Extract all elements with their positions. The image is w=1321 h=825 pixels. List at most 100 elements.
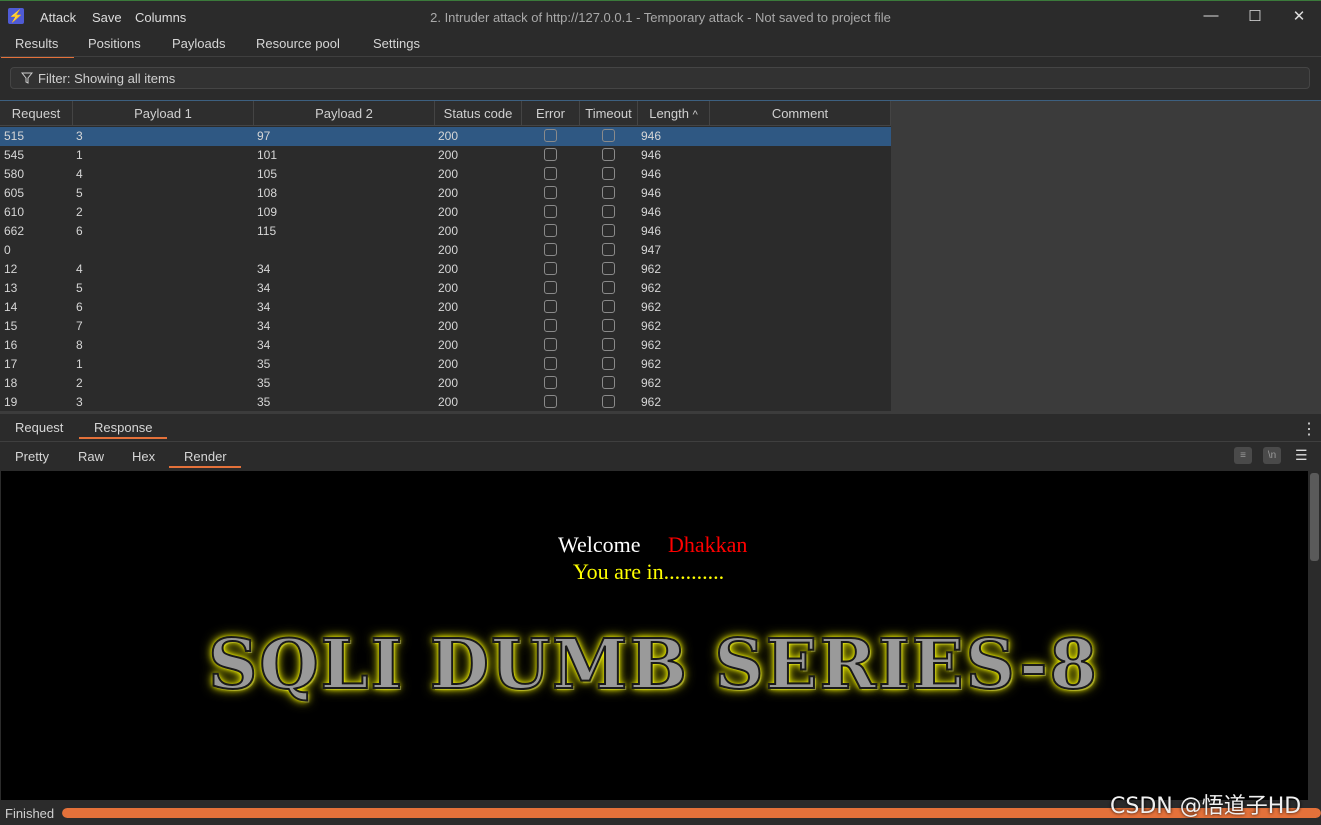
table-row[interactable]: 580 4 105 200 946 <box>0 165 891 184</box>
timeout-checkbox <box>602 395 615 408</box>
table-cell: 946 <box>641 129 662 143</box>
error-checkbox <box>544 300 557 313</box>
table-cell: 515 <box>4 129 25 143</box>
timeout-checkbox <box>602 338 615 351</box>
table-cell: 34 <box>257 300 271 314</box>
table-rows: 515 3 97 200 946 545 1 101 200 946 580 4 105 200 946 60… <box>0 127 891 412</box>
tab-positions[interactable]: Positions <box>88 36 141 56</box>
table-cell: 109 <box>257 205 278 219</box>
minimize-icon[interactable]: — <box>1196 7 1226 24</box>
table-cell: 101 <box>257 148 278 162</box>
column-header-request[interactable]: Request <box>0 101 73 126</box>
timeout-checkbox <box>602 186 615 199</box>
table-cell: 34 <box>257 281 271 295</box>
table-cell: 34 <box>257 338 271 352</box>
menu-icon[interactable]: ☰ <box>1295 447 1308 464</box>
tab-request[interactable]: Request <box>15 420 63 435</box>
welcome-text: Welcome <box>558 532 641 557</box>
tab-raw[interactable]: Raw <box>78 449 104 464</box>
table-cell: 200 <box>438 395 459 409</box>
wrap-lines-icon[interactable]: ≡ <box>1234 447 1252 464</box>
table-cell: 946 <box>641 205 662 219</box>
column-header-status-code[interactable]: Status code <box>435 101 522 126</box>
login-message: You are in........... <box>573 559 725 584</box>
table-cell: 16 <box>4 338 18 352</box>
menu-save[interactable]: Save <box>92 10 122 25</box>
column-header-error[interactable]: Error <box>522 101 580 126</box>
table-cell: 200 <box>438 281 459 295</box>
table-cell: 200 <box>438 376 459 390</box>
column-header-payload1[interactable]: Payload 1 <box>73 101 254 126</box>
table-row[interactable]: 18 2 35 200 962 <box>0 374 891 393</box>
splitter-handle[interactable] <box>0 411 1321 414</box>
table-row[interactable]: 12 4 34 200 962 <box>0 260 891 279</box>
table-row[interactable]: 14 6 34 200 962 <box>0 298 891 317</box>
tab-payloads[interactable]: Payloads <box>172 36 225 56</box>
table-row[interactable]: 13 5 34 200 962 <box>0 279 891 298</box>
table-cell: 962 <box>641 376 662 390</box>
table-cell: 946 <box>641 186 662 200</box>
table-row[interactable]: 662 6 115 200 946 <box>0 222 891 241</box>
divider <box>0 56 1321 57</box>
table-row[interactable]: 17 1 35 200 962 <box>0 355 891 374</box>
error-checkbox <box>544 186 557 199</box>
divider <box>0 441 1321 442</box>
timeout-checkbox <box>602 281 615 294</box>
table-cell: 17 <box>4 357 18 371</box>
sqli-banner-image: SQLI DUMB SERIES-8 <box>207 624 1099 706</box>
status-text: Finished <box>5 806 55 821</box>
menu-attack[interactable]: Attack <box>40 10 76 25</box>
table-row[interactable]: 610 2 109 200 946 <box>0 203 891 222</box>
timeout-checkbox <box>602 205 615 218</box>
column-header-comment[interactable]: Comment <box>710 101 891 126</box>
error-checkbox <box>544 281 557 294</box>
table-row[interactable]: 545 1 101 200 946 <box>0 146 891 165</box>
table-row[interactable]: 16 8 34 200 962 <box>0 336 891 355</box>
table-cell: 35 <box>257 376 271 390</box>
close-icon[interactable]: ✕ <box>1284 7 1314 25</box>
table-cell: 962 <box>641 281 662 295</box>
tab-response[interactable]: Response <box>94 420 153 435</box>
more-options-icon[interactable]: ⋮ <box>1301 419 1317 439</box>
table-cell: 947 <box>641 243 662 257</box>
timeout-checkbox <box>602 148 615 161</box>
column-header-length-label: Length <box>649 106 689 121</box>
table-cell: 35 <box>257 357 271 371</box>
table-row[interactable]: 19 3 35 200 962 <box>0 393 891 412</box>
menu-columns[interactable]: Columns <box>135 10 186 25</box>
burp-lightning-icon: ⚡ <box>8 8 24 24</box>
tab-resource-pool[interactable]: Resource pool <box>256 36 340 56</box>
column-header-payload2[interactable]: Payload 2 <box>254 101 435 126</box>
table-cell: 5 <box>76 281 83 295</box>
table-cell: 200 <box>438 224 459 238</box>
table-row[interactable]: 0 200 947 <box>0 241 891 260</box>
table-cell: 200 <box>438 167 459 181</box>
tab-pretty[interactable]: Pretty <box>15 449 49 464</box>
error-checkbox <box>544 338 557 351</box>
table-cell: 605 <box>4 186 25 200</box>
tab-results[interactable]: Results <box>0 36 75 58</box>
show-newlines-icon[interactable]: \n <box>1263 447 1281 464</box>
error-checkbox <box>544 224 557 237</box>
filter-text: Filter: Showing all items <box>38 71 176 86</box>
column-header-timeout[interactable]: Timeout <box>580 101 638 126</box>
tab-render[interactable]: Render <box>184 449 227 464</box>
table-cell: 3 <box>76 129 83 143</box>
table-cell: 200 <box>438 357 459 371</box>
table-row[interactable]: 515 3 97 200 946 <box>0 127 891 146</box>
render-scrollbar-thumb[interactable] <box>1310 473 1319 561</box>
tab-settings[interactable]: Settings <box>373 36 420 56</box>
timeout-checkbox <box>602 319 615 332</box>
table-row[interactable]: 15 7 34 200 962 <box>0 317 891 336</box>
table-cell: 97 <box>257 129 271 143</box>
table-scrollbar[interactable] <box>1310 127 1321 412</box>
table-cell: 2 <box>76 205 83 219</box>
maximize-icon[interactable]: ☐ <box>1240 7 1270 25</box>
filter-bar[interactable]: Filter: Showing all items <box>10 67 1310 89</box>
column-header-length[interactable]: Length ^ <box>638 101 710 126</box>
tab-hex[interactable]: Hex <box>132 449 155 464</box>
table-cell: 545 <box>4 148 25 162</box>
error-checkbox <box>544 243 557 256</box>
table-cell: 6 <box>76 224 83 238</box>
table-row[interactable]: 605 5 108 200 946 <box>0 184 891 203</box>
